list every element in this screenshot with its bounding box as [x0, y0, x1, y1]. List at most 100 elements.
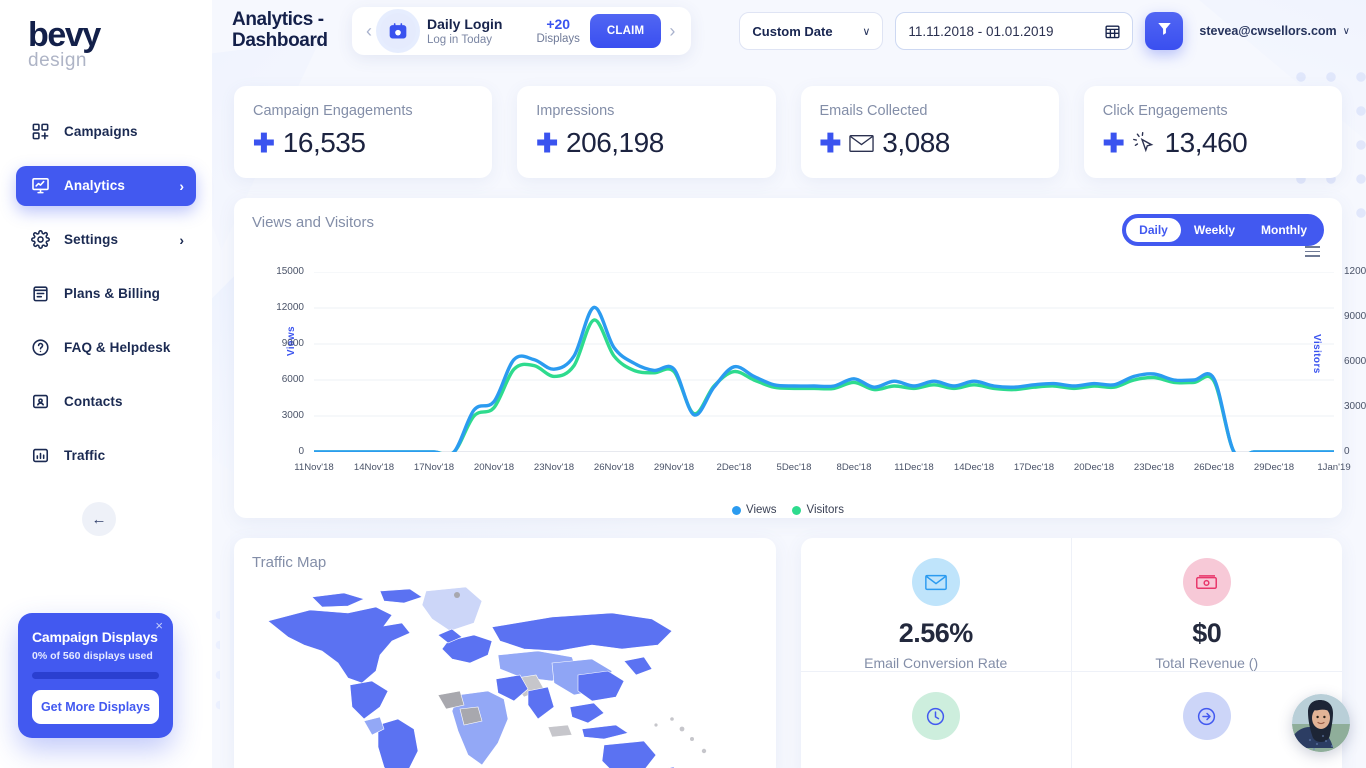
x-tick: 5Dec'18 [777, 462, 812, 473]
calendar-grid-icon[interactable] [1104, 23, 1121, 45]
hamburger-menu-icon[interactable] [1305, 246, 1320, 257]
sidebar-item-campaigns[interactable]: Campaigns [16, 112, 196, 152]
gear-icon [30, 230, 50, 250]
sidebar-item-traffic[interactable]: Traffic [16, 436, 196, 476]
kpi-label: Click Engagements [1103, 103, 1323, 119]
user-menu[interactable]: stevea@cwsellors.com ∨ [1199, 24, 1350, 38]
world-map[interactable] [252, 579, 758, 768]
plus-icon: ✚ [820, 130, 842, 156]
sidebar-item-label: Traffic [64, 448, 105, 463]
x-tick: 11Dec'18 [894, 462, 934, 473]
legend-item-views[interactable]: Views [732, 504, 776, 516]
y-tick: 6000 [252, 374, 304, 385]
x-tick: 2Dec'18 [717, 462, 752, 473]
sidebar-item-plans-billing[interactable]: Plans & Billing [16, 274, 196, 314]
legend-label: Visitors [806, 504, 844, 516]
sidebar-item-faq-helpdesk[interactable]: FAQ & Helpdesk [16, 328, 196, 368]
x-tick: 11Nov'18 [294, 462, 334, 473]
main-content: Campaign Engagements ✚ 16,535 Impression… [212, 62, 1366, 768]
bar-chart-icon [30, 446, 50, 466]
metric-value: 2.56% [899, 618, 973, 649]
kpi-label: Emails Collected [820, 103, 1040, 119]
next-reward-icon[interactable]: › [661, 21, 683, 42]
legend-item-visitors[interactable]: Visitors [792, 504, 844, 516]
kpi-card-row: Campaign Engagements ✚ 16,535 Impression… [234, 86, 1342, 178]
x-tick: 26Nov'18 [594, 462, 634, 473]
legend-label: Views [746, 504, 776, 516]
brand-name: bevy [28, 18, 212, 52]
claim-button[interactable]: CLAIM [590, 14, 661, 48]
y2-tick: 0 [1344, 446, 1366, 457]
kpi-value-row: ✚ 206,198 [536, 127, 756, 159]
kpi-card-campaign-engagements: Campaign Engagements ✚ 16,535 [234, 86, 492, 178]
sidebar-collapse-button[interactable]: ← [82, 502, 116, 536]
reward-title: Daily Login [427, 16, 502, 33]
x-tick: 14Dec'18 [954, 462, 994, 473]
chevron-right-icon: › [179, 178, 184, 194]
plus-icon: ✚ [1103, 130, 1125, 156]
date-preset-select[interactable]: Custom Date ∨ [739, 12, 883, 50]
y-tick: 3000 [252, 410, 304, 421]
promo-usage-text: 0% of 560 displays used [32, 650, 159, 662]
x-tick: 29Dec'18 [1254, 462, 1294, 473]
plus-icon: ✚ [253, 130, 275, 156]
reward-subtitle: Log in Today [427, 34, 502, 46]
kpi-value: 13,460 [1165, 127, 1248, 159]
sidebar-item-label: Campaigns [64, 124, 138, 139]
camera-calendar-icon [380, 13, 416, 49]
reward-amount-block: +20 Displays [536, 17, 579, 44]
user-email: stevea@cwsellors.com [1199, 24, 1336, 38]
question-circle-icon [30, 338, 50, 358]
views-visitors-chart-card: Views and Visitors Daily Weekly Monthly … [234, 198, 1342, 518]
prev-reward-icon[interactable]: ‹ [358, 21, 380, 42]
date-range-value: 11.11.2018 - 01.01.2019 [908, 24, 1053, 39]
get-more-displays-button[interactable]: Get More Displays [32, 690, 159, 724]
x-tick: 23Nov'18 [534, 462, 574, 473]
envelope-icon [912, 558, 960, 606]
metric-label: Total Revenue () [1155, 655, 1258, 671]
kpi-value-row: ✚ 13,460 [1103, 127, 1323, 159]
x-tick: 26Dec'18 [1194, 462, 1234, 473]
clock-icon [912, 692, 960, 740]
monitor-chart-icon [30, 176, 50, 196]
chart-title: Views and Visitors [252, 214, 374, 231]
money-icon [1183, 558, 1231, 606]
grid-add-icon [30, 122, 50, 142]
tab-daily[interactable]: Daily [1126, 218, 1181, 242]
page-title: Analytics - Dashboard [232, 10, 344, 52]
sidebar-item-label: FAQ & Helpdesk [64, 340, 170, 355]
kpi-value: 3,088 [882, 127, 950, 159]
metric-total-revenue: $0 Total Revenue () [1072, 538, 1343, 672]
sidebar-item-label: Plans & Billing [64, 286, 160, 301]
metrics-grid-card: 2.56% Email Conversion Rate $0 Total Rev… [801, 538, 1342, 768]
bottom-section: Traffic Map [234, 538, 1342, 768]
close-icon[interactable]: × [155, 619, 163, 632]
tab-monthly[interactable]: Monthly [1248, 218, 1320, 242]
date-range-input[interactable]: 11.11.2018 - 01.01.2019 [895, 12, 1133, 50]
x-tick: 8Dec'18 [837, 462, 872, 473]
sidebar-item-contacts[interactable]: Contacts [16, 382, 196, 422]
kpi-value: 206,198 [566, 127, 664, 159]
support-chat-avatar[interactable] [1292, 694, 1350, 752]
kpi-card-click-engagements: Click Engagements ✚ 13,460 [1084, 86, 1342, 178]
traffic-map-title: Traffic Map [252, 554, 758, 571]
chevron-right-icon: › [179, 232, 184, 248]
promo-title: Campaign Displays [32, 629, 159, 645]
kpi-label: Campaign Engagements [253, 103, 473, 119]
click-cursor-icon [1133, 132, 1157, 154]
filter-button[interactable] [1145, 12, 1183, 50]
sidebar-item-label: Settings [64, 232, 118, 247]
y2-tick: 9000 [1344, 311, 1366, 322]
kpi-card-impressions: Impressions ✚ 206,198 [517, 86, 775, 178]
arrow-left-icon: ← [92, 511, 107, 528]
brand-logo[interactable]: bevy design [0, 0, 212, 72]
sidebar-item-analytics[interactable]: Analytics › [16, 166, 196, 206]
x-tick: 29Nov'18 [654, 462, 694, 473]
campaign-displays-promo-card: × Campaign Displays 0% of 560 displays u… [18, 613, 173, 738]
brand-tagline: design [28, 51, 212, 72]
sidebar-item-settings[interactable]: Settings › [16, 220, 196, 260]
support-agent-avatar [1292, 694, 1350, 752]
tab-weekly[interactable]: Weekly [1181, 218, 1248, 242]
kpi-card-emails-collected: Emails Collected ✚ 3,088 [801, 86, 1059, 178]
contact-card-icon [30, 392, 50, 412]
